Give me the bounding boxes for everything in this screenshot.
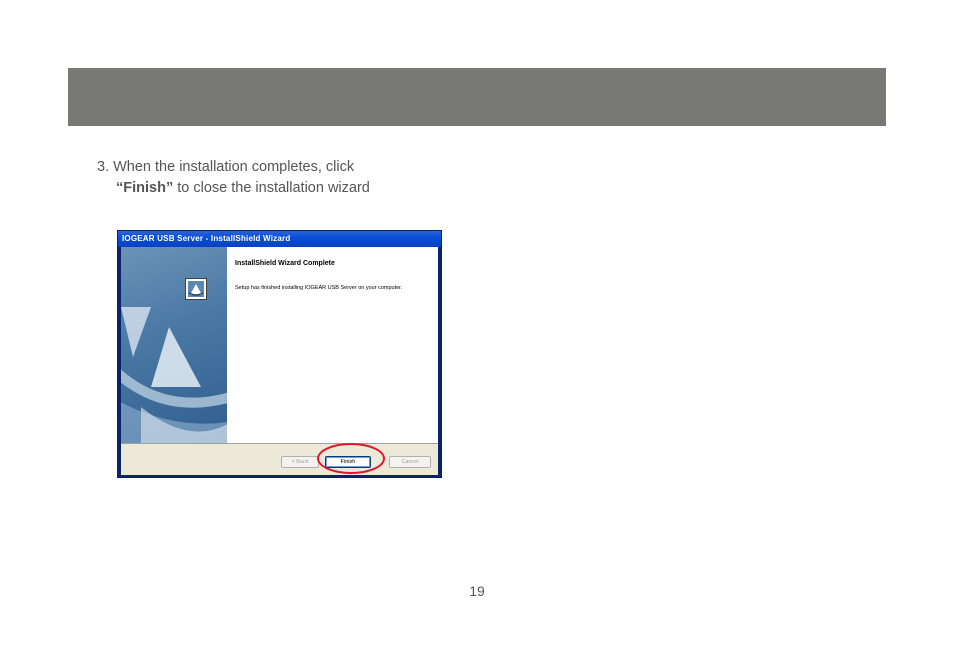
cancel-button[interactable]: Cancel — [389, 456, 431, 468]
finish-highlight-circle — [317, 443, 385, 474]
wizard-button-bar: < Back Finish Cancel — [121, 444, 438, 475]
window-client-area: InstallShield Wizard Complete Setup has … — [121, 247, 438, 475]
back-button[interactable]: < Back — [281, 456, 319, 468]
wizard-heading: InstallShield Wizard Complete — [235, 260, 335, 267]
wizard-message: Setup has finished installing IOGEAR USB… — [235, 285, 403, 291]
instruction-line-2: “Finish” to close the installation wizar… — [97, 178, 370, 199]
wave-graphic — [121, 307, 227, 443]
instruction-step: 3. When the installation completes, clic… — [97, 157, 370, 199]
window-title-bar[interactable]: IOGEAR USB Server - InstallShield Wizard — [118, 231, 441, 247]
installshield-logo-icon — [185, 278, 207, 300]
installshield-window: IOGEAR USB Server - InstallShield Wizard… — [117, 230, 442, 478]
instruction-line-1: 3. When the installation completes, clic… — [97, 159, 355, 175]
finish-keyword: “Finish” — [116, 180, 174, 196]
wizard-side-graphic — [121, 247, 227, 443]
wizard-content: InstallShield Wizard Complete Setup has … — [227, 247, 438, 443]
instruction-line-2-rest: to close the installation wizard — [173, 180, 370, 196]
header-band — [68, 68, 886, 126]
page-number: 19 — [469, 583, 485, 599]
